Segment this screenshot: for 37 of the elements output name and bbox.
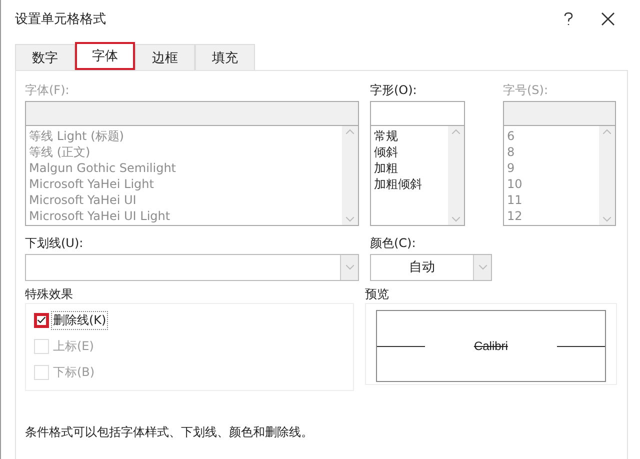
help-icon bbox=[564, 12, 572, 26]
list-item[interactable]: 常规 bbox=[374, 128, 448, 144]
checkbox-label[interactable]: 删除线(K) bbox=[51, 310, 108, 330]
tab[interactable]: 边框 bbox=[135, 44, 195, 70]
scroll-down-icon[interactable] bbox=[346, 217, 354, 222]
scroll-up-icon[interactable] bbox=[346, 129, 354, 134]
checkmark-icon bbox=[37, 316, 46, 324]
list-item[interactable]: 加粗倾斜 bbox=[374, 176, 448, 192]
window-title: 设置单元格格式 bbox=[15, 11, 107, 28]
color-label: 颜色(C): bbox=[370, 235, 417, 252]
list-item[interactable]: 倾斜 bbox=[374, 144, 448, 160]
scroll-up-icon[interactable] bbox=[603, 129, 611, 134]
scroll-down-icon[interactable] bbox=[346, 265, 354, 270]
close-icon bbox=[601, 12, 615, 26]
preview-sample-text: Calibri bbox=[472, 339, 509, 353]
font-style-list[interactable]: 常规 倾斜 加粗 加粗倾斜 bbox=[370, 125, 465, 226]
color-dropdown[interactable]: 自动 bbox=[370, 254, 492, 281]
underline-dropdown[interactable] bbox=[25, 254, 359, 281]
note-text: 条件格式可以包括字体样式、下划线、颜色和删除线。 bbox=[25, 424, 314, 441]
checkbox[interactable] bbox=[34, 312, 49, 328]
effects-group-title: 特殊效果 bbox=[25, 286, 74, 303]
list-item[interactable]: 加粗 bbox=[374, 160, 448, 176]
scroll-down-icon[interactable] bbox=[478, 265, 486, 270]
font-size-input-field[interactable] bbox=[503, 101, 616, 125]
tab[interactable]: 字体 bbox=[75, 42, 135, 70]
underline-label: 下划线(U): bbox=[25, 235, 84, 252]
font-style-input-field[interactable] bbox=[370, 101, 465, 125]
font-size-label: 字号(S): bbox=[503, 82, 550, 99]
scroll-up-icon[interactable] bbox=[452, 129, 460, 134]
tab[interactable]: 数字 bbox=[15, 44, 75, 70]
scroll-down-icon[interactable] bbox=[452, 217, 460, 222]
font-style-label: 字形(O): bbox=[370, 82, 418, 99]
font-input-field[interactable] bbox=[25, 101, 359, 125]
font-label: 字体(F): bbox=[25, 82, 70, 99]
tab[interactable]: 填充 bbox=[195, 44, 255, 70]
preview-group-title: 预览 bbox=[364, 286, 390, 303]
scroll-down-icon[interactable] bbox=[603, 217, 611, 222]
